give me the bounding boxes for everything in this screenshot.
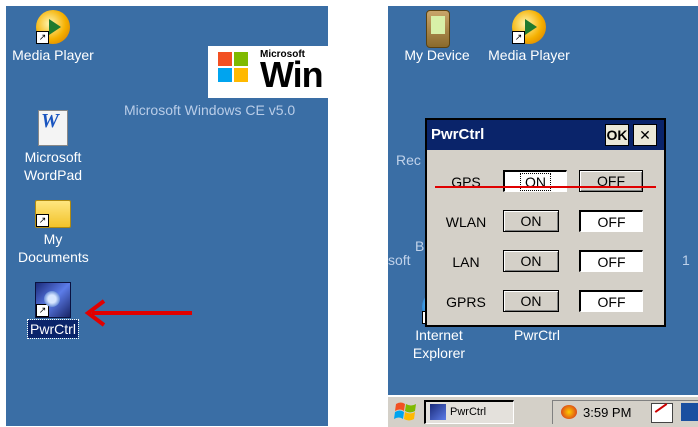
power-row-gps: GPS ON OFF — [427, 170, 664, 194]
icon-label: My Device — [404, 47, 470, 63]
windows-logo: Microsoft Win — [208, 46, 328, 98]
windows-flag-icon — [218, 52, 248, 82]
gprs-off-button[interactable]: OFF — [579, 290, 643, 312]
icon-label: Media Player — [488, 47, 570, 63]
shortcut-arrow-icon: ↗ — [36, 31, 49, 44]
wordpad-icon: W — [38, 110, 68, 146]
os-version-text: Microsoft Windows CE v5.0 — [124, 102, 296, 118]
partial-b-text: B — [415, 238, 425, 254]
gps-off-button[interactable]: OFF — [579, 170, 643, 192]
device-icon-wrap — [420, 10, 454, 48]
desktop-icon-media-player-right[interactable]: ↗ Media Player — [484, 10, 574, 64]
shortcut-arrow-icon: ↗ — [36, 214, 49, 227]
start-button[interactable] — [392, 400, 420, 422]
input-panel-icon[interactable] — [651, 403, 673, 423]
pwrctrl-icon — [430, 404, 446, 420]
show-desktop-icon[interactable] — [681, 403, 698, 421]
desktop-right: My Device ↗ Media Player ↗ Internet Expl… — [388, 6, 698, 427]
media-player-icon: ↗ — [512, 10, 546, 44]
dialog-title: PwrCtrl — [431, 126, 485, 143]
desktop-icon-my-device[interactable]: My Device — [392, 10, 482, 64]
wlan-on-button[interactable]: ON — [503, 210, 559, 232]
shortcut-arrow-icon: ↗ — [36, 304, 49, 317]
power-row-wlan: WLAN ON OFF — [427, 210, 664, 234]
media-player-icon: ↗ — [36, 10, 70, 44]
row-label: GPRS — [446, 294, 486, 310]
partial-one-text: 1 — [682, 252, 690, 268]
logo-brand-large: Win — [260, 54, 324, 95]
lan-on-button[interactable]: ON — [503, 250, 559, 272]
close-button[interactable]: ✕ — [633, 124, 657, 146]
icon-label: PwrCtrl — [27, 319, 79, 339]
icon-label: Microsoft WordPad — [23, 149, 83, 183]
pwrctrl-icon: ↗ — [35, 282, 71, 318]
red-underline-annotation — [435, 186, 656, 188]
icon-label: Internet Explorer — [412, 327, 466, 361]
partial-soft-text: soft — [388, 252, 411, 268]
power-row-lan: LAN ON OFF — [427, 250, 664, 274]
power-row-gprs: GPRS ON OFF — [427, 290, 664, 314]
folder-icon: ↗ — [35, 200, 71, 228]
icon-label: PwrCtrl — [514, 327, 560, 343]
red-arrow-annotation — [84, 299, 192, 327]
row-label: WLAN — [445, 214, 487, 230]
pda-icon — [426, 10, 450, 48]
desktop-icon-wordpad[interactable]: W Microsoft WordPad — [8, 110, 98, 184]
row-label: LAN — [452, 254, 480, 270]
shortcut-arrow-icon: ↗ — [512, 31, 525, 44]
taskbar: PwrCtrl 3:59 PM — [388, 395, 698, 427]
taskbar-button-pwrctrl[interactable]: PwrCtrl — [424, 400, 514, 424]
system-tray: 3:59 PM — [552, 400, 698, 424]
lan-off-button[interactable]: OFF — [579, 250, 643, 272]
icon-label: Media Player — [12, 47, 94, 63]
wlan-off-button[interactable]: OFF — [579, 210, 643, 232]
icon-label: My Documents — [18, 231, 89, 265]
gprs-on-button[interactable]: ON — [503, 290, 559, 312]
pwrctrl-dialog: PwrCtrl OK ✕ GPS ON OFF WLAN ON OFF LAN … — [425, 118, 666, 327]
clock[interactable]: 3:59 PM — [583, 405, 631, 420]
ok-button[interactable]: OK — [605, 124, 629, 146]
gps-on-button[interactable]: ON — [503, 170, 567, 192]
desktop-icon-media-player[interactable]: ↗ Media Player — [8, 10, 98, 64]
desktop-icon-my-documents[interactable]: ↗ My Documents — [8, 192, 98, 266]
dialog-titlebar[interactable]: PwrCtrl OK ✕ — [427, 120, 664, 150]
desktop-left: ↗ Media Player W Microsoft WordPad ↗ My … — [6, 6, 328, 426]
partial-recycle-text: Rec — [396, 152, 421, 168]
network-status-icon[interactable] — [561, 405, 577, 419]
taskbar-button-label: PwrCtrl — [450, 406, 487, 418]
